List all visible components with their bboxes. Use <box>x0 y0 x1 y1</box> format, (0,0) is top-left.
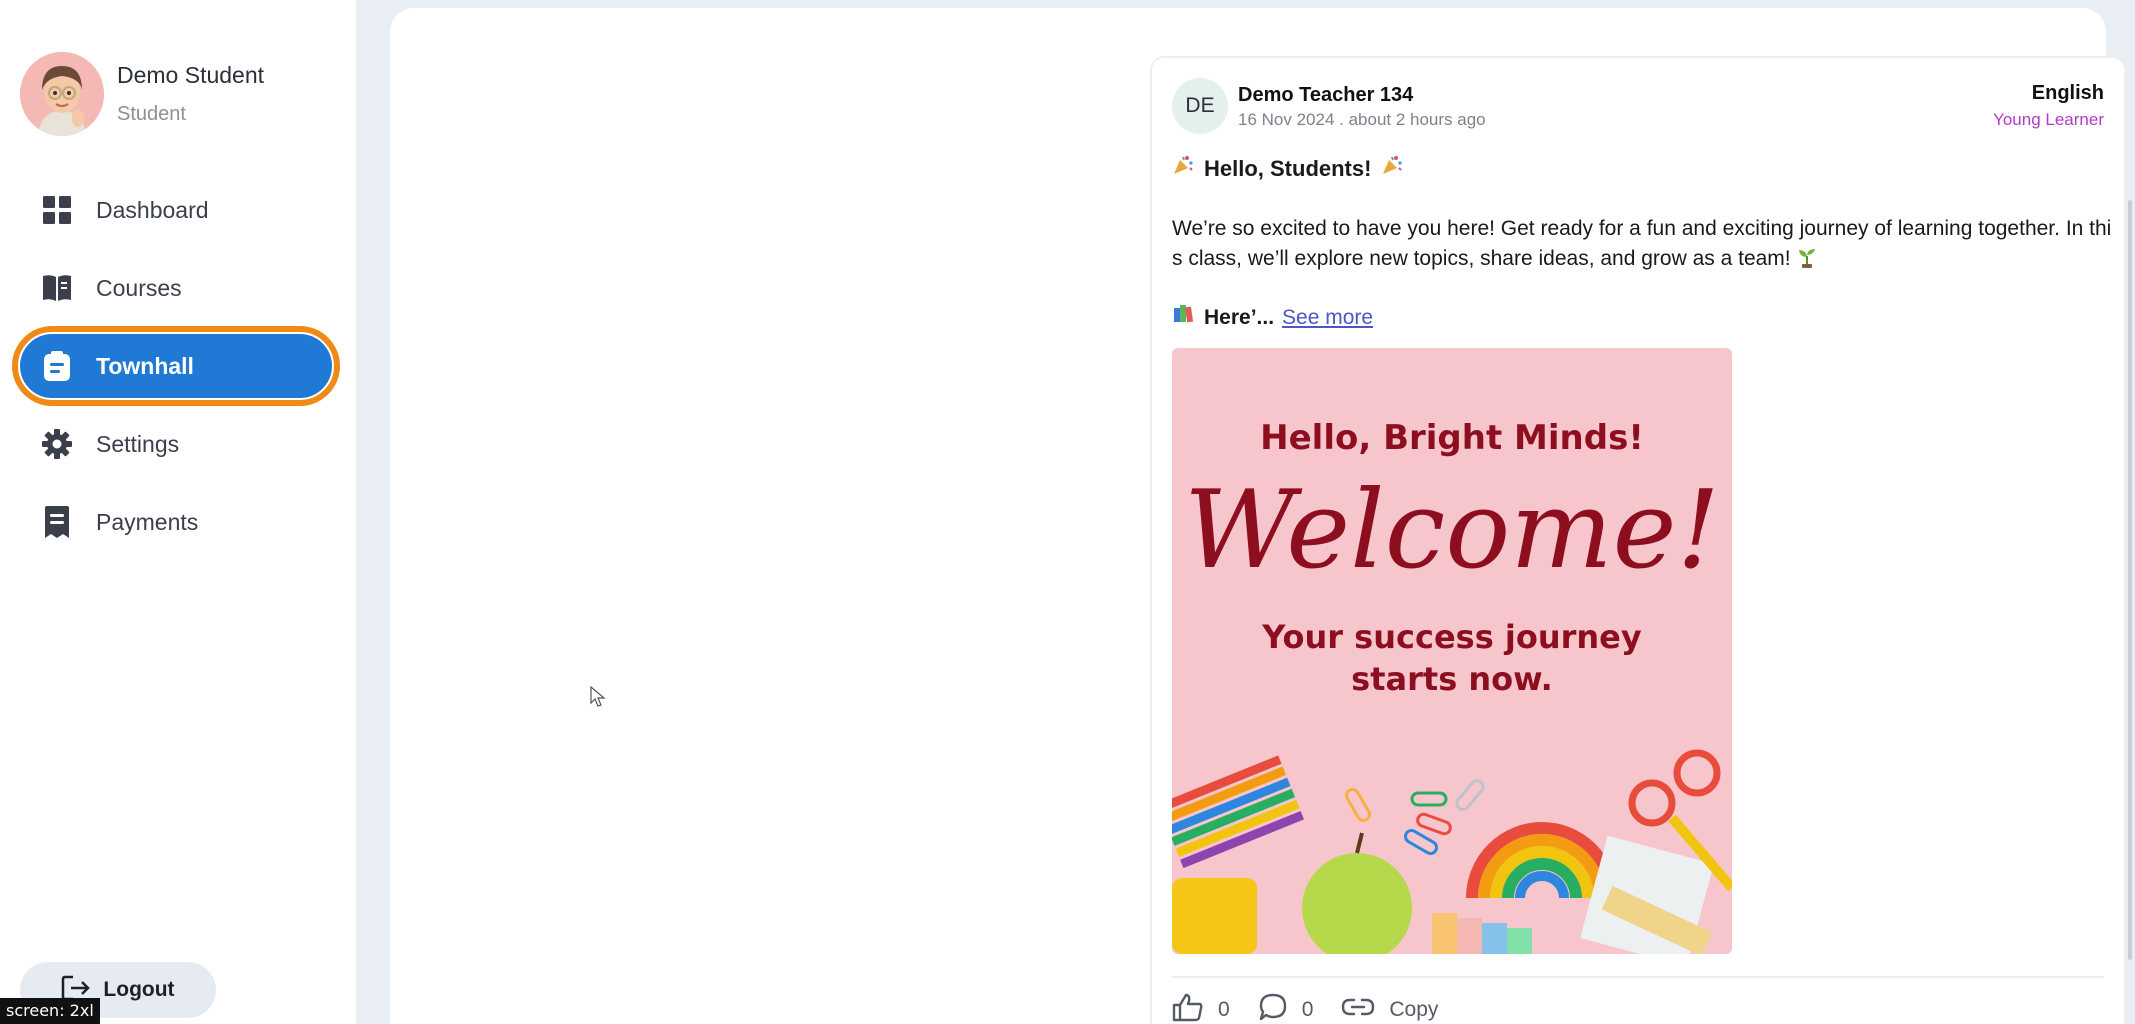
screen-size-indicator: screen: 2xl <box>0 998 100 1024</box>
comment-count: 0 <box>1301 998 1314 1021</box>
comment-icon <box>1258 992 1288 1024</box>
books-icon <box>1172 302 1196 333</box>
copy-label: Copy <box>1389 998 1439 1021</box>
like-button[interactable]: 0 <box>1172 992 1230 1024</box>
clipboard-icon <box>40 349 74 383</box>
user-role: Student <box>117 103 186 125</box>
sidebar-item-label: Payments <box>96 508 199 535</box>
mouse-cursor-icon <box>590 685 606 713</box>
thumbs-up-icon <box>1172 992 1204 1024</box>
divider <box>1172 976 2104 978</box>
sidebar-item-townhall[interactable]: Townhall <box>12 326 340 406</box>
post-intro: We’re so excited to have you here! Get r… <box>1172 214 2112 274</box>
avatar <box>20 52 104 136</box>
author-avatar[interactable]: DE <box>1172 78 1228 134</box>
party-popper-icon <box>1172 154 1194 184</box>
sidebar-item-label: Courses <box>96 274 182 301</box>
logout-label: Logout <box>103 978 175 1001</box>
sidebar: Demo Student Student Dashboard Courses T… <box>0 0 356 1024</box>
post-image[interactable]: Hello, Bright Minds! Welcome! Your succe… <box>1172 348 1732 954</box>
post-teaser: Here’... See more <box>1172 302 2112 333</box>
sidebar-item-label: Dashboard <box>96 196 209 223</box>
sidebar-item-dashboard[interactable]: Dashboard <box>20 178 332 242</box>
sidebar-item-settings[interactable]: Settings <box>20 412 332 476</box>
post-header: DE Demo Teacher 134 16 Nov 2024 . about … <box>1172 78 2104 138</box>
post-body: Hello, Students! We’re so excited to hav… <box>1172 154 2112 333</box>
like-count: 0 <box>1218 998 1230 1021</box>
feed-panel: DE Demo Teacher 134 16 Nov 2024 . about … <box>390 8 2126 1024</box>
image-welcome: Welcome! <box>1184 468 1720 593</box>
course-level: Young Learner <box>1993 110 2104 129</box>
course-language: English <box>2031 82 2104 104</box>
see-more-link[interactable]: See more <box>1282 303 1373 333</box>
sidebar-item-label: Townhall <box>96 352 194 379</box>
party-popper-icon <box>1381 154 1403 184</box>
sidebar-item-label: Settings <box>96 430 180 457</box>
image-line-1: Hello, Bright Minds! <box>1260 418 1644 458</box>
post-actions: 0 0 Copy <box>1172 992 1466 1024</box>
gear-icon <box>40 427 74 461</box>
seedling-icon <box>1796 247 1818 270</box>
book-icon <box>40 271 74 305</box>
greeting-text: Hello, Students! <box>1204 156 1372 181</box>
teaser-text: Here’... <box>1204 305 1275 329</box>
receipt-icon <box>40 505 74 539</box>
image-line-3b: starts now. <box>1351 660 1553 698</box>
townhall-post: DE Demo Teacher 134 16 Nov 2024 . about … <box>1150 56 2126 1024</box>
author-name[interactable]: Demo Teacher 134 <box>1238 84 1413 107</box>
scrollbar[interactable] <box>2128 200 2132 960</box>
grid-icon <box>40 193 74 227</box>
post-timestamp: 16 Nov 2024 . about 2 hours ago <box>1238 110 1486 129</box>
image-line-3: Your success journey starts now. <box>1172 616 1732 700</box>
user-name: Demo Student <box>117 62 265 88</box>
link-icon <box>1341 996 1375 1024</box>
sidebar-item-courses[interactable]: Courses <box>20 256 332 320</box>
user-profile[interactable]: Demo Student Student <box>20 52 264 136</box>
image-line-3a: Your success journey <box>1262 618 1642 656</box>
comment-button[interactable]: 0 <box>1258 992 1314 1024</box>
post-greeting: Hello, Students! <box>1172 154 2112 184</box>
copy-link-button[interactable]: Copy <box>1341 996 1438 1024</box>
sidebar-item-payments[interactable]: Payments <box>20 490 332 554</box>
intro-text: We’re so excited to have you here! Get r… <box>1172 217 2112 270</box>
